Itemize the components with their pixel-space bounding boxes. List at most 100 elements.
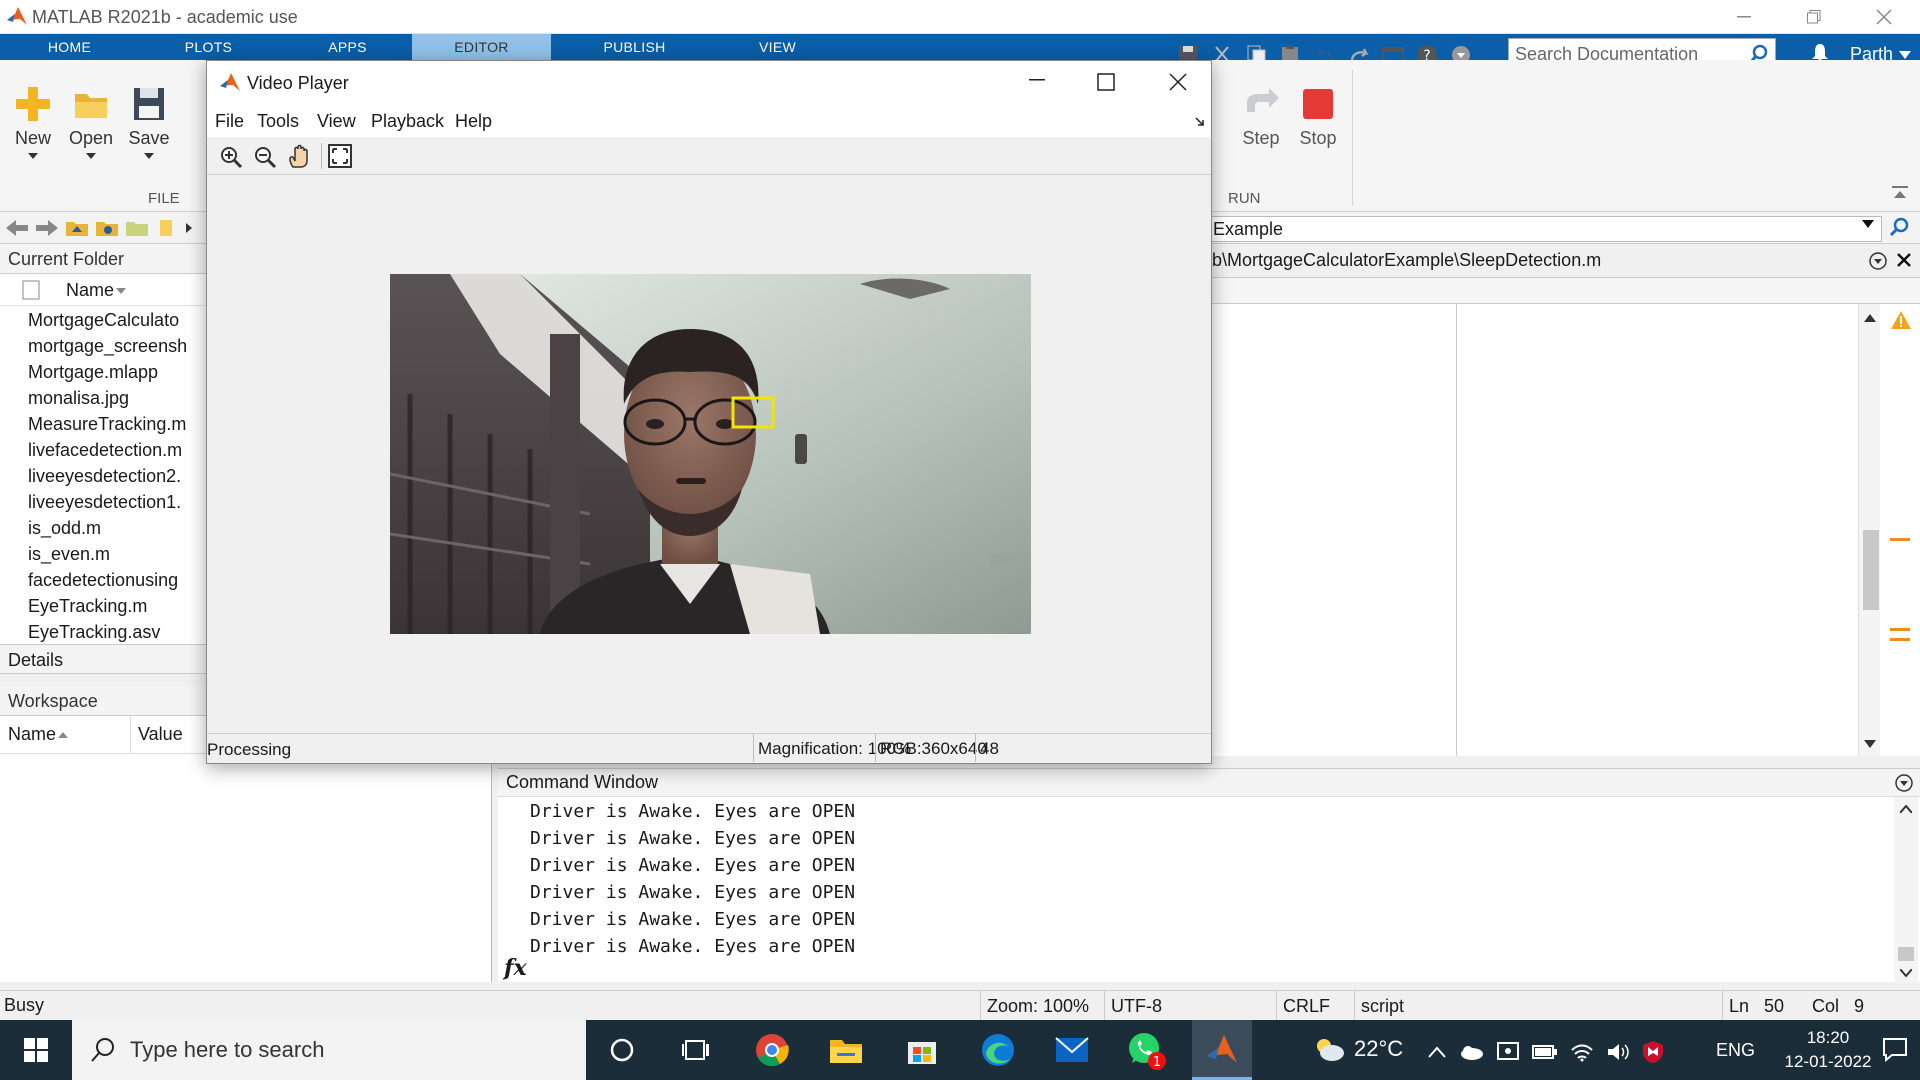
encoding-status[interactable]: UTF-8	[1104, 991, 1276, 1021]
editor-pane[interactable]	[1212, 304, 1920, 756]
collapse-ribbon-icon[interactable]	[1892, 186, 1910, 200]
notification-center-icon[interactable]	[1882, 1036, 1908, 1062]
back-arrow-icon[interactable]	[4, 218, 30, 238]
task-view-icon[interactable]	[666, 1020, 726, 1080]
stop-button[interactable]: Stop	[1289, 84, 1347, 149]
matlab-taskbar-icon[interactable]	[1192, 1020, 1252, 1080]
eol-status[interactable]: CRLF	[1276, 991, 1354, 1021]
file-explorer-icon[interactable]	[816, 1020, 876, 1080]
cortana-icon[interactable]	[592, 1020, 652, 1080]
command-scrollbar[interactable]	[1894, 797, 1918, 983]
command-scroll-thumb[interactable]	[1898, 947, 1914, 961]
command-window-actions-icon[interactable]	[1894, 773, 1914, 793]
editor-scrollbar[interactable]	[1858, 304, 1880, 756]
file-list-item[interactable]: liveeyesdetection2.	[28, 466, 208, 487]
tab-view[interactable]: VIEW	[708, 34, 847, 60]
current-folder-address[interactable]: Example	[1210, 216, 1882, 242]
mcafee-shield-icon[interactable]	[1642, 1040, 1664, 1064]
editor-scroll-thumb[interactable]	[1863, 530, 1879, 610]
open-button[interactable]: Open	[62, 84, 120, 163]
folder-column-header[interactable]: Name	[0, 274, 209, 306]
step-icon	[1241, 84, 1281, 124]
microsoft-store-icon[interactable]	[892, 1020, 952, 1080]
wifi-icon[interactable]	[1570, 1042, 1594, 1062]
menu-file[interactable]: File	[215, 111, 244, 132]
chevron-down-icon[interactable]	[1862, 220, 1874, 228]
search-icon	[91, 1038, 114, 1062]
maximize-icon[interactable]	[1097, 73, 1115, 91]
mail-icon[interactable]	[1042, 1020, 1102, 1080]
scroll-down-icon[interactable]	[1900, 969, 1912, 977]
onedrive-cloud-icon[interactable]	[1458, 1043, 1484, 1061]
chevron-up-icon[interactable]	[1428, 1046, 1446, 1058]
file-list-item[interactable]: mortgage_screensh	[28, 336, 208, 357]
dock-arrow-icon[interactable]	[1195, 117, 1205, 127]
warning-marker[interactable]	[1890, 628, 1910, 631]
chevron-right-icon[interactable]	[184, 218, 194, 238]
file-list-item[interactable]: EyeTracking.m	[28, 596, 208, 617]
tab-editor[interactable]: EDITOR	[412, 34, 551, 60]
file-list-item[interactable]: Mortgage.mlapp	[28, 362, 208, 383]
menu-tools[interactable]: Tools	[257, 111, 299, 132]
step-button[interactable]: Step	[1232, 84, 1290, 149]
restore-button[interactable]	[1786, 0, 1842, 34]
whatsapp-icon[interactable]: 1	[1116, 1020, 1176, 1080]
warning-marker[interactable]	[1890, 538, 1910, 541]
workspace-name-column[interactable]: Name	[8, 724, 56, 745]
battery-icon[interactable]	[1532, 1043, 1558, 1061]
workspace-value-column[interactable]: Value	[138, 724, 183, 745]
tab-home[interactable]: HOME	[0, 34, 139, 60]
menu-view[interactable]: View	[317, 111, 356, 132]
search-folder-icon[interactable]	[1888, 216, 1910, 238]
scroll-down-icon[interactable]	[1864, 740, 1876, 748]
menu-help[interactable]: Help	[455, 111, 492, 132]
menu-playback[interactable]: Playback	[371, 111, 444, 132]
file-list-item[interactable]: livefacedetection.m	[28, 440, 208, 461]
editor-actions-icon[interactable]	[1868, 251, 1888, 271]
pan-hand-icon[interactable]	[287, 143, 311, 169]
fx-prompt-icon[interactable]: fx	[504, 955, 527, 981]
zoom-in-icon[interactable]	[219, 145, 243, 169]
tab-publish[interactable]: PUBLISH	[565, 34, 704, 60]
file-list-item[interactable]: MeasureTracking.m	[28, 414, 208, 435]
file-list-item[interactable]: monalisa.jpg	[28, 388, 208, 409]
file-list-item[interactable]: liveeyesdetection1.	[28, 492, 208, 513]
chrome-icon[interactable]	[742, 1020, 802, 1080]
input-language[interactable]: ENG	[1716, 1040, 1755, 1061]
fit-to-window-icon[interactable]	[327, 143, 353, 169]
volume-icon[interactable]	[1606, 1042, 1630, 1062]
file-list-item[interactable]: facedetectionusing	[28, 570, 208, 591]
taskbar-search-box[interactable]: Type here to search	[72, 1020, 586, 1080]
close-icon[interactable]	[1169, 73, 1187, 91]
new-button[interactable]: New	[4, 84, 62, 163]
file-name: liveeyesdetection2.	[28, 466, 182, 486]
scroll-up-icon[interactable]	[1900, 805, 1912, 813]
tab-strip-fill	[842, 34, 1176, 60]
scroll-up-icon[interactable]	[1864, 314, 1876, 322]
browse-folder-icon[interactable]	[94, 218, 120, 238]
windows-start-icon[interactable]	[6, 1020, 66, 1080]
display-settings-icon[interactable]	[1496, 1041, 1520, 1063]
up-folder-icon[interactable]	[64, 218, 90, 238]
clock[interactable]: 18:20 12-01-2022	[1782, 1026, 1874, 1074]
warning-icon[interactable]	[1890, 310, 1912, 330]
file-list-item[interactable]: is_even.m	[28, 544, 208, 565]
file-list-item[interactable]: MortgageCalculato	[28, 310, 208, 331]
zoom-out-icon[interactable]	[253, 145, 277, 169]
details-header[interactable]: Details	[0, 644, 210, 674]
weather-widget[interactable]: 22°C	[1312, 1036, 1403, 1062]
minimize-button[interactable]	[1716, 0, 1772, 34]
warning-marker[interactable]	[1890, 638, 1910, 641]
file-list-item[interactable]: is_odd.m	[28, 518, 208, 539]
tab-apps[interactable]: APPS	[278, 34, 417, 60]
close-button[interactable]	[1856, 0, 1912, 34]
minimize-icon[interactable]	[1029, 79, 1045, 83]
command-window[interactable]: Command Window Driver is Awake. Eyes are…	[498, 768, 1920, 983]
close-editor-icon[interactable]	[1896, 252, 1912, 268]
edge-icon[interactable]	[968, 1020, 1028, 1080]
forward-arrow-icon[interactable]	[34, 218, 60, 238]
save-button[interactable]: Save	[120, 84, 178, 163]
file-list-item[interactable]: EyeTracking.asv	[28, 622, 208, 643]
tab-plots[interactable]: PLOTS	[139, 34, 278, 60]
folder-path-icon[interactable]	[124, 218, 150, 238]
